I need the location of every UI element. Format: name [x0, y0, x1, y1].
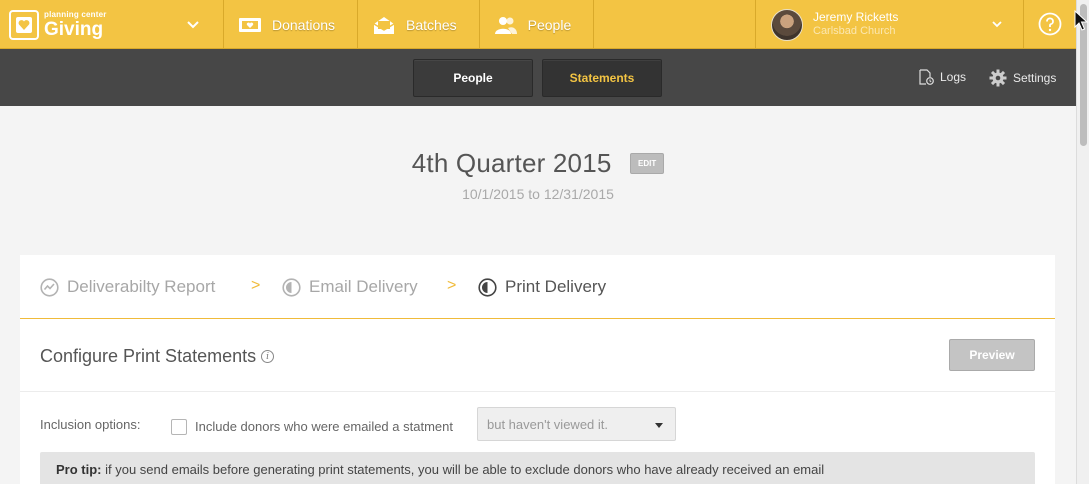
include-emailed-label[interactable]: Include donors who were emailed a statme… — [195, 419, 453, 434]
nav-tab-people[interactable]: People — [480, 0, 595, 49]
nav-tab-label: Donations — [272, 16, 336, 33]
configure-title-text: Configure Print Statements — [40, 346, 257, 366]
app-brand[interactable]: planning center Giving — [0, 0, 224, 49]
help-button[interactable] — [1024, 0, 1076, 48]
batches-icon — [373, 16, 395, 34]
include-emailed-checkbox[interactable] — [171, 419, 187, 435]
step-print-delivery[interactable]: Print Delivery — [478, 277, 606, 297]
step-separator: > — [447, 277, 457, 294]
page-title: 4th Quarter 2015 — [411, 148, 612, 178]
user-menu[interactable]: Jeremy Ricketts Carlsbad Church — [756, 0, 1024, 49]
viewed-status-select[interactable]: but haven't viewed it. — [477, 407, 676, 441]
step-separator: > — [251, 277, 261, 294]
inclusion-options-label: Inclusion options: — [40, 417, 141, 432]
subtab-statements[interactable]: Statements — [542, 59, 662, 97]
select-value: but haven't viewed it. — [487, 417, 608, 432]
subtab-people[interactable]: People — [413, 59, 533, 97]
vertical-scrollbar[interactable] — [1076, 0, 1089, 484]
user-org: Carlsbad Church — [813, 25, 896, 38]
avatar — [771, 8, 803, 41]
mouse-cursor-icon — [1074, 10, 1088, 31]
top-nav-bar: planning center Giving Donations Batches… — [0, 0, 1076, 49]
chevron-down-icon[interactable] — [991, 18, 1003, 30]
step-label: Print Delivery — [505, 277, 607, 296]
chart-icon — [40, 277, 59, 297]
sub-nav-bar: People Statements Logs Settings — [0, 49, 1076, 106]
nav-tab-label: Batches — [406, 16, 457, 33]
nav-tab-batches[interactable]: Batches — [358, 0, 480, 49]
pro-tip-banner: Pro tip: if you send emails before gener… — [40, 452, 1035, 484]
nav-tab-label: People — [527, 16, 572, 33]
edit-button[interactable]: EDIT — [630, 153, 665, 174]
giving-logo-icon — [9, 9, 39, 40]
info-icon[interactable]: i — [261, 350, 275, 363]
step-email-delivery[interactable]: Email Delivery — [282, 277, 418, 297]
caret-down-icon — [655, 423, 663, 428]
step-label: Deliverabilty Report — [67, 277, 216, 296]
step-label: Email Delivery — [309, 277, 418, 296]
settings-label: Settings — [1013, 71, 1057, 85]
help-icon — [1038, 12, 1062, 36]
configure-title: Configure Print Statements i — [40, 346, 275, 367]
user-info: Jeremy Ricketts Carlsbad Church — [813, 10, 898, 39]
logs-icon — [919, 69, 934, 85]
settings-link[interactable]: Settings — [989, 69, 1056, 87]
step-deliverability-report[interactable]: Deliverabilty Report — [40, 277, 215, 297]
configure-header: Configure Print Statements i Preview — [20, 319, 1055, 392]
people-icon — [494, 16, 517, 34]
chevron-down-icon[interactable] — [186, 17, 200, 31]
half-circle-icon — [478, 277, 497, 297]
gear-icon — [989, 69, 1007, 87]
logs-link[interactable]: Logs — [918, 69, 966, 85]
brand-small-text: planning center — [44, 9, 107, 19]
half-circle-icon — [282, 277, 301, 297]
date-range: 10/1/2015 to 12/31/2015 — [462, 186, 614, 202]
user-name: Jeremy Ricketts — [813, 10, 899, 25]
pro-tip-text: if you send emails before generating pri… — [101, 462, 825, 477]
nav-tab-donations[interactable]: Donations — [224, 0, 359, 49]
configure-panel: Configure Print Statements i Preview Inc… — [20, 319, 1055, 484]
pro-tip-label: Pro tip: — [56, 462, 102, 477]
brand-text: planning center Giving — [44, 9, 107, 40]
logs-label: Logs — [940, 70, 967, 84]
donations-icon — [239, 17, 261, 32]
nav-spacer — [594, 0, 756, 48]
brand-name: Giving — [44, 18, 104, 40]
preview-button[interactable]: Preview — [949, 339, 1035, 371]
delivery-steps: Deliverabilty Report > Email Delivery > … — [20, 255, 1055, 319]
page-header: 4th Quarter 2015 EDIT — [0, 148, 1076, 179]
